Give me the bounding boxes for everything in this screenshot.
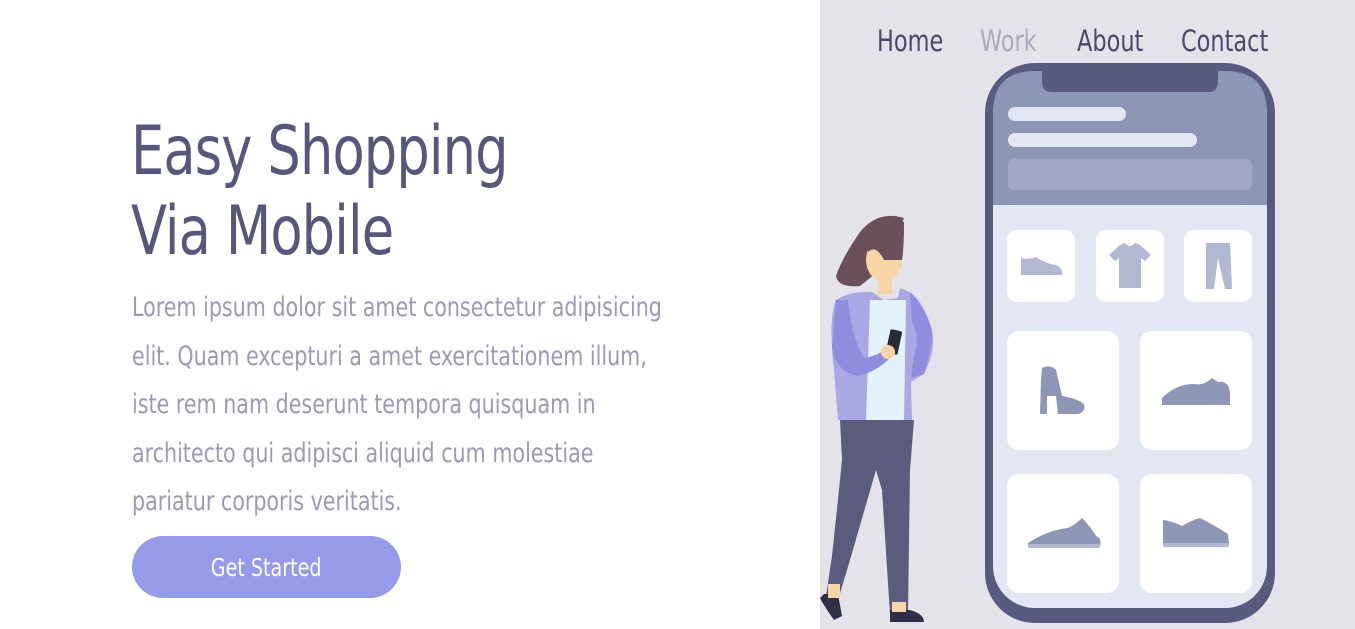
nav-work[interactable]: Work bbox=[980, 24, 1037, 58]
hero-description: Lorem ipsum dolor sit amet consectetur a… bbox=[132, 292, 662, 517]
right-ankle bbox=[892, 602, 906, 612]
shopping-illustration bbox=[820, 63, 1275, 623]
hand bbox=[881, 345, 895, 359]
get-started-label: Get Started bbox=[211, 552, 322, 582]
hero-title: Easy Shopping Via Mobile bbox=[131, 112, 509, 272]
nav-home[interactable]: Home bbox=[877, 24, 943, 58]
phone-illustration bbox=[985, 63, 1275, 623]
header-line-1 bbox=[1008, 107, 1126, 121]
illustration-panel: Home Work About Contact bbox=[820, 0, 1355, 629]
hero-title-line-1: Easy Shopping bbox=[131, 112, 509, 191]
neck bbox=[878, 278, 892, 294]
search-bar-shape bbox=[1008, 159, 1252, 190]
sneaker-sole bbox=[1028, 544, 1100, 548]
woman-figure bbox=[820, 215, 934, 622]
main-nav: Home Work About Contact bbox=[820, 24, 1355, 64]
product-card bbox=[1184, 230, 1252, 302]
phone-notch bbox=[1042, 63, 1218, 92]
hero-title-line-2: Via Mobile bbox=[131, 192, 394, 271]
product-card bbox=[1007, 331, 1119, 450]
nav-contact[interactable]: Contact bbox=[1181, 24, 1268, 58]
header-line-2 bbox=[1008, 133, 1197, 147]
sneaker-sole bbox=[1163, 543, 1229, 547]
nav-about[interactable]: About bbox=[1077, 24, 1143, 58]
hero-section: Easy Shopping Via Mobile Lorem ipsum dol… bbox=[0, 0, 820, 629]
get-started-button[interactable]: Get Started bbox=[132, 536, 401, 598]
left-ankle bbox=[828, 584, 840, 598]
